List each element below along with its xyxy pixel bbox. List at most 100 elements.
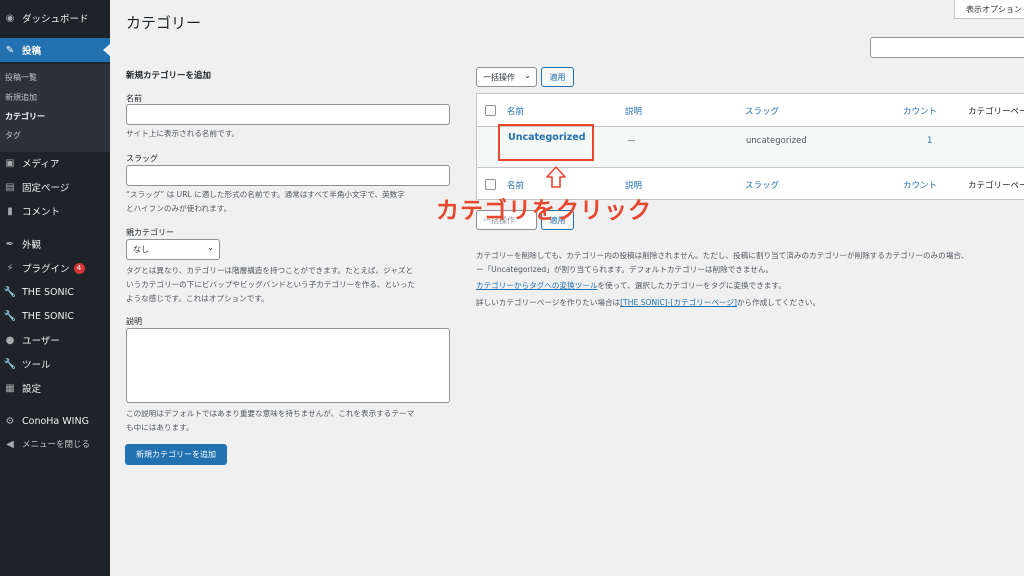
menu-media[interactable]: ▣ メディア xyxy=(0,153,110,173)
menu-label: プラグイン xyxy=(22,264,70,275)
column-count-footer[interactable]: カウント xyxy=(903,179,937,191)
pin-icon: ✎ xyxy=(5,44,15,56)
column-description[interactable]: 説明 xyxy=(625,105,642,117)
menu-label: メニューを閉じる xyxy=(22,440,91,450)
column-slug-footer[interactable]: スラッグ xyxy=(745,179,779,191)
chevron-down-icon: ⌄ xyxy=(207,243,214,252)
submenu-all-posts[interactable]: 投稿一覧 xyxy=(5,72,37,83)
bulk-action-value: 一括操作 xyxy=(483,73,515,82)
column-name[interactable]: 名前 xyxy=(507,105,524,117)
row-count-link[interactable]: 1 xyxy=(927,136,932,146)
page-title: カテゴリー xyxy=(126,14,202,32)
column-slug[interactable]: スラッグ xyxy=(745,105,779,117)
settings-icon: ▦ xyxy=(5,382,15,394)
name-field[interactable] xyxy=(126,104,450,125)
submenu-categories[interactable]: カテゴリー xyxy=(5,111,45,122)
menu-posts[interactable]: ✎ 投稿 xyxy=(0,38,110,62)
collapse-icon: ◀ xyxy=(6,438,14,450)
row-slug: uncategorized xyxy=(746,136,807,146)
menu-label: 外観 xyxy=(22,240,42,251)
select-all-checkbox-footer[interactable] xyxy=(485,179,496,190)
description-help-1: この説明はデフォルトではあまり重要な意味を持ちませんが、これを表示するテーマ xyxy=(126,409,415,418)
menu-label: 設定 xyxy=(22,384,42,395)
menu-settings[interactable]: ▦ 設定 xyxy=(0,378,110,398)
menu-label: THE SONIC xyxy=(22,286,75,298)
name-label: 名前 xyxy=(126,94,142,103)
parent-help-1: タグとは異なり、カテゴリーは階層構造を持つことができます。たとえば、ジャズと xyxy=(126,266,414,275)
add-category-button[interactable]: 新規カテゴリーを追加 xyxy=(125,444,227,465)
convert-note: カテゴリーからタグへの変換ツールを使って、選択したカテゴリーをタグに変換できます… xyxy=(476,280,786,291)
menu-pages[interactable]: ▤ 固定ページ xyxy=(0,177,110,197)
gear-icon: ⚙ xyxy=(5,415,15,427)
plugin-icon: ⚡ xyxy=(6,262,14,274)
submenu-tags[interactable]: タグ xyxy=(5,130,21,141)
media-icon: ▣ xyxy=(5,157,15,169)
category-page-link[interactable]: [THE SONIC]-[カテゴリーページ] xyxy=(620,298,737,307)
slug-help-1: “スラッグ” は URL に適した形式の名前です。通常はすべて半角小文字で、英数… xyxy=(126,190,405,199)
column-category-page: カテゴリーペー xyxy=(968,107,1024,117)
name-help: サイト上に表示される名前です。 xyxy=(126,129,240,138)
chevron-down-icon: ⌄ xyxy=(524,71,531,80)
category-page-note: 詳しいカテゴリーページを作りたい場合は[THE SONIC]-[カテゴリーページ… xyxy=(476,297,820,308)
table-header-row: 名前 説明 スラッグ カウント カテゴリーペー xyxy=(477,94,1024,127)
menu-plugins[interactable]: ⚡ プラグイン 4 xyxy=(0,258,110,278)
delete-note-line-2: ー「Uncategorized」が割り当てられます。デフォルトカテゴリーは削除で… xyxy=(476,265,774,274)
parent-help-3: ような感じです。これはオプションです。 xyxy=(126,294,269,303)
column-count[interactable]: カウント xyxy=(903,105,937,117)
menu-label: コメント xyxy=(22,207,61,218)
menu-collapse[interactable]: ◀ メニューを閉じる xyxy=(0,434,110,454)
description-textarea[interactable] xyxy=(126,328,450,403)
category-page-note-post: から作成してください。 xyxy=(736,298,820,307)
submenu-add-new[interactable]: 新規追加 xyxy=(5,92,37,103)
parent-select[interactable]: なし ⌄ xyxy=(126,239,220,260)
column-name-footer[interactable]: 名前 xyxy=(507,179,524,191)
menu-conoha-wing[interactable]: ⚙ ConoHa WING xyxy=(0,411,110,431)
menu-users[interactable]: ● ユーザー xyxy=(0,330,110,350)
delete-note-line-1: カテゴリーを削除しても、カテゴリー内の投稿は削除されません。ただし、投稿に割り当… xyxy=(476,251,969,260)
brush-icon: ✒ xyxy=(5,238,15,250)
update-count-badge: 4 xyxy=(73,262,85,274)
menu-appearance[interactable]: ✒ 外観 xyxy=(0,234,110,254)
tool-icon: 🔧 xyxy=(3,358,17,370)
admin-sidebar: ◉ ダッシュボード ✎ 投稿 投稿一覧 新規追加 カテゴリー タグ ▣ メディア… xyxy=(0,0,110,576)
parent-select-value: なし xyxy=(133,245,149,254)
wrench-icon: 🔧 xyxy=(3,310,17,322)
row-description: — xyxy=(627,136,636,146)
slug-help-2: とハイフンのみが使われます。 xyxy=(126,204,232,213)
menu-label: ダッシュボード xyxy=(22,14,89,25)
wrench-icon: 🔧 xyxy=(3,286,17,298)
column-description-footer[interactable]: 説明 xyxy=(625,179,642,191)
menu-label: 投稿 xyxy=(22,46,42,57)
menu-label: メディア xyxy=(22,159,60,170)
column-category-page-footer: カテゴリーペー xyxy=(968,181,1024,191)
arrow-up-icon xyxy=(546,166,566,188)
comment-icon: ▮ xyxy=(7,205,13,217)
category-page-note-pre: 詳しいカテゴリーページを作りたい場合は xyxy=(476,298,621,307)
slug-label: スラッグ xyxy=(126,154,158,163)
description-help-2: も中にはあります。 xyxy=(126,423,194,432)
menu-the-sonic-2[interactable]: 🔧 THE SONIC xyxy=(0,306,110,326)
menu-comments[interactable]: ▮ コメント xyxy=(0,201,110,221)
annotation-text: カテゴリをクリック xyxy=(436,198,652,224)
highlight-box xyxy=(498,124,594,161)
dashboard-icon: ◉ xyxy=(5,12,15,24)
select-all-checkbox[interactable] xyxy=(485,105,496,116)
slug-field[interactable] xyxy=(126,165,450,186)
menu-label: 固定ページ xyxy=(22,183,70,194)
convert-note-text: を使って、選択したカテゴリーをタグに変換できます。 xyxy=(597,281,786,290)
parent-help-2: いうカテゴリーの下にビバップやビッグバンドという子カテゴリーを作る、といった xyxy=(126,280,415,289)
menu-label: ツール xyxy=(22,360,51,371)
apply-button-top[interactable]: 適用 xyxy=(541,67,574,87)
form-heading: 新規カテゴリーを追加 xyxy=(126,71,212,81)
screen-options-button[interactable]: 表示オプション xyxy=(954,0,1024,19)
description-label: 説明 xyxy=(126,317,142,326)
search-input[interactable] xyxy=(870,37,1024,58)
menu-tools[interactable]: 🔧 ツール xyxy=(0,354,110,374)
bulk-action-select-top[interactable]: 一括操作 ⌄ xyxy=(476,67,537,87)
menu-the-sonic-1[interactable]: 🔧 THE SONIC xyxy=(0,282,110,302)
user-icon: ● xyxy=(5,334,15,346)
page-icon: ▤ xyxy=(5,181,15,193)
converter-link[interactable]: カテゴリーからタグへの変換ツール xyxy=(476,281,598,290)
posts-submenu: 投稿一覧 新規追加 カテゴリー タグ xyxy=(0,64,110,152)
menu-dashboard[interactable]: ◉ ダッシュボード xyxy=(0,8,110,28)
